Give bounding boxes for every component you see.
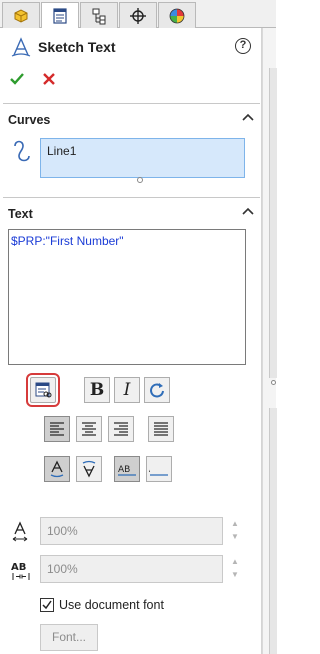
collapse-curves-icon[interactable] — [242, 112, 254, 126]
pane-scroll-track — [269, 408, 277, 654]
spinner-up-icon[interactable]: ▲ — [231, 556, 239, 568]
spacing-icon: AB — [11, 559, 31, 584]
bold-button[interactable]: B — [84, 377, 110, 403]
align-right-button[interactable] — [108, 416, 134, 442]
tab-dimxpert-manager[interactable] — [119, 2, 157, 28]
link-to-property-button[interactable] — [26, 373, 60, 407]
ok-button[interactable] — [8, 70, 26, 88]
spacing-row: AB 100% ▲ ▼ — [3, 555, 260, 583]
tab-property-manager[interactable] — [41, 2, 79, 29]
svg-text:AB: AB — [149, 465, 150, 475]
align-center-icon — [82, 422, 96, 436]
flip-vertical-button[interactable] — [44, 456, 70, 482]
flip-vertical-icon — [50, 460, 64, 478]
width-factor-spinner[interactable]: ▲ ▼ — [229, 517, 241, 545]
tab-configuration-manager[interactable] — [80, 2, 118, 28]
font-button[interactable]: Font... — [40, 624, 98, 651]
curves-selection-box[interactable]: Line1 — [40, 138, 245, 178]
curve-icon — [11, 140, 33, 167]
panel-header: Sketch Text ? — [0, 34, 262, 60]
property-manager-panel: Sketch Text ? Curves Line1 Text $PRP:"Fi… — [0, 28, 262, 654]
flip-vertical-inverse-button[interactable] — [76, 456, 102, 482]
spacing-spinner[interactable]: ▲ ▼ — [229, 555, 241, 583]
spinner-down-icon[interactable]: ▼ — [231, 569, 239, 581]
width-factor-field[interactable]: 100% — [40, 517, 223, 545]
align-left-icon — [50, 422, 64, 436]
sketch-text-field[interactable]: $PRP:"First Number" — [8, 229, 246, 365]
dimxpert-manager-icon — [130, 7, 146, 24]
spinner-up-icon[interactable]: ▲ — [231, 518, 239, 530]
configuration-manager-icon — [92, 8, 106, 24]
spacing-field[interactable]: 100% — [40, 555, 223, 583]
property-manager-icon — [53, 8, 67, 24]
use-document-font-row[interactable]: Use document font — [40, 597, 240, 615]
selection-box-resize-handle[interactable] — [137, 177, 143, 183]
flip-horizontal-icon: AB — [118, 465, 136, 476]
bold-label: B — [89, 379, 105, 400]
spinner-down-icon[interactable]: ▼ — [231, 531, 239, 543]
italic-label: I — [123, 379, 131, 400]
text-heading: Text — [8, 207, 33, 221]
width-factor-row: 100% ▲ ▼ — [3, 517, 260, 545]
selection-item[interactable]: Line1 — [47, 144, 76, 158]
help-icon[interactable]: ? — [235, 38, 251, 54]
italic-button[interactable]: I — [114, 377, 140, 403]
flip-horizontal-inverse-icon: AB — [149, 465, 168, 476]
rotate-icon — [150, 383, 164, 398]
flip-horizontal-inverse-button[interactable]: AB — [146, 456, 172, 482]
pane-splitter-handle[interactable] — [271, 380, 276, 385]
display-manager-icon — [169, 8, 185, 23]
page-title: Sketch Text — [38, 39, 116, 55]
curves-group: Curves Line1 — [3, 103, 260, 183]
align-right-icon — [114, 422, 128, 436]
feature-manager-icon — [14, 8, 28, 23]
sketch-text-icon — [10, 36, 32, 61]
justify-button[interactable] — [148, 416, 174, 442]
flip-horizontal-button[interactable]: AB — [114, 456, 140, 482]
checkmark-icon — [42, 600, 52, 610]
justify-icon — [154, 422, 168, 436]
align-center-button[interactable] — [76, 416, 102, 442]
collapse-text-icon[interactable] — [242, 206, 254, 220]
curves-heading: Curves — [8, 113, 51, 127]
cancel-button[interactable] — [40, 70, 58, 88]
tab-feature-manager[interactable] — [2, 2, 40, 28]
flip-vertical-inverse-icon — [82, 460, 96, 478]
manager-tab-strip — [0, 0, 276, 29]
rotate-button[interactable] — [144, 377, 170, 403]
align-left-button[interactable] — [44, 416, 70, 442]
checkmark-icon — [10, 73, 24, 85]
width-factor-icon — [11, 521, 29, 546]
use-document-font-label: Use document font — [59, 598, 164, 612]
svg-text:AB: AB — [118, 465, 130, 475]
tab-display-manager[interactable] — [158, 2, 196, 28]
close-icon — [43, 73, 55, 85]
link-to-property-icon — [35, 382, 52, 398]
text-group: Text $PRP:"First Number" B I AB 100% ▲ ▼… — [3, 197, 260, 654]
adjacent-pane-edge — [262, 28, 277, 654]
svg-text:AB: AB — [11, 562, 26, 573]
pane-scroll-track — [269, 68, 277, 378]
use-document-font-checkbox[interactable] — [40, 598, 54, 612]
